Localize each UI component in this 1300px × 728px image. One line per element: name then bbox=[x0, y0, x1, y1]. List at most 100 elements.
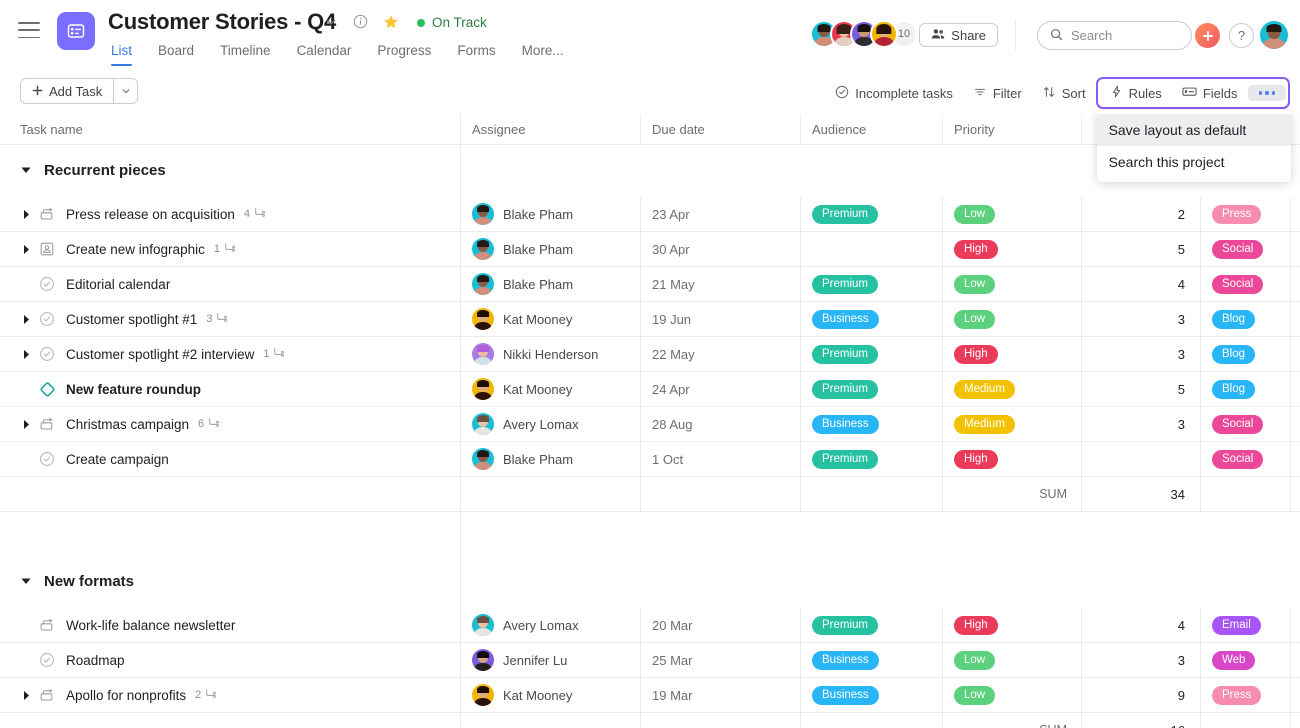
check-circle-icon[interactable] bbox=[38, 346, 56, 362]
expand-subtasks-icon[interactable] bbox=[20, 690, 32, 701]
assignee-cell[interactable]: Avery Lomax bbox=[460, 608, 640, 642]
menu-item-save-layout[interactable]: Save layout as default bbox=[1097, 114, 1291, 146]
chevron-down-icon[interactable] bbox=[325, 15, 337, 33]
assignee-name: Kat Mooney bbox=[503, 688, 572, 703]
rules-button[interactable]: Rules bbox=[1100, 80, 1172, 106]
tab-forms[interactable]: Forms bbox=[444, 40, 508, 68]
due-date-cell[interactable]: 25 Mar bbox=[640, 643, 800, 677]
task-list-grid: Task nameAssigneeDue dateAudiencePriorit… bbox=[0, 114, 1300, 728]
subtask-icon[interactable] bbox=[38, 207, 56, 222]
tag-pill[interactable]: High bbox=[954, 616, 998, 635]
task-name-cell[interactable]: Customer spotlight #13 bbox=[0, 302, 460, 336]
subtask-icon[interactable] bbox=[38, 417, 56, 432]
tag-pill[interactable]: Low bbox=[954, 651, 995, 670]
audience-cell[interactable]: Business bbox=[800, 678, 942, 712]
incomplete-tasks-filter[interactable]: Incomplete tasks bbox=[825, 80, 963, 107]
avatar[interactable] bbox=[870, 20, 898, 48]
approval-icon[interactable] bbox=[38, 241, 56, 257]
task-name-cell[interactable]: Christmas campaign6 bbox=[0, 407, 460, 441]
share-button[interactable]: Share bbox=[919, 23, 998, 47]
sum-label: SUM bbox=[1039, 723, 1067, 728]
task-name-cell[interactable]: Roadmap bbox=[0, 643, 460, 677]
fields-button[interactable]: Fields bbox=[1172, 80, 1248, 106]
tag-pill[interactable]: Business bbox=[812, 651, 879, 670]
tab-timeline[interactable]: Timeline bbox=[207, 40, 284, 68]
milestone-icon[interactable] bbox=[38, 381, 56, 398]
tag-cell[interactable]: Web bbox=[1200, 643, 1290, 677]
star-icon[interactable] bbox=[383, 14, 399, 35]
add-task-dropdown-toggle[interactable] bbox=[113, 79, 137, 103]
filter-button[interactable]: Filter bbox=[963, 80, 1032, 107]
due-date-cell[interactable]: 20 Mar bbox=[640, 608, 800, 642]
section-title: Recurrent pieces bbox=[44, 162, 166, 179]
info-icon[interactable] bbox=[353, 14, 368, 34]
tag-pill[interactable]: Email bbox=[1212, 616, 1261, 635]
expand-subtasks-icon[interactable] bbox=[20, 244, 32, 255]
column-header-task-name[interactable]: Task name bbox=[0, 114, 460, 144]
search-input[interactable]: Search bbox=[1037, 21, 1192, 50]
number-cell[interactable]: 3 bbox=[1081, 643, 1200, 677]
ellipsis-icon[interactable] bbox=[1248, 85, 1287, 101]
tag-pill[interactable]: Web bbox=[1212, 651, 1255, 670]
tab-list[interactable]: List bbox=[108, 40, 145, 68]
create-button[interactable] bbox=[1195, 23, 1220, 48]
list-toolbar: Add Task Incomplete tasks Filter bbox=[0, 70, 1300, 114]
number-cell[interactable]: 4 bbox=[1081, 608, 1200, 642]
task-name-cell[interactable]: Editorial calendar bbox=[0, 267, 460, 301]
assignee-cell[interactable]: Kat Mooney bbox=[460, 678, 640, 712]
number-cell[interactable]: 9 bbox=[1081, 678, 1200, 712]
audience-cell[interactable]: Premium bbox=[800, 608, 942, 642]
table-row[interactable]: Work-life balance newsletterAvery Lomax2… bbox=[0, 608, 1300, 643]
due-date-cell[interactable]: 19 Mar bbox=[640, 678, 800, 712]
status-badge[interactable]: On Track bbox=[417, 15, 487, 30]
menu-item-search-project[interactable]: Search this project bbox=[1097, 146, 1291, 178]
audience-cell[interactable]: Business bbox=[800, 643, 942, 677]
priority-cell[interactable]: Low bbox=[942, 678, 1081, 712]
tab-board[interactable]: Board bbox=[145, 40, 207, 68]
table-row[interactable]: Apollo for nonprofits2 Kat Mooney 19 Mar B… bbox=[0, 678, 1300, 713]
caret-down-icon[interactable] bbox=[20, 162, 32, 180]
tag-pill[interactable]: Business bbox=[812, 686, 879, 705]
expand-subtasks-icon[interactable] bbox=[20, 349, 32, 360]
tag-pill[interactable]: Premium bbox=[812, 616, 878, 635]
task-name-cell[interactable]: Apollo for nonprofits2 bbox=[0, 678, 460, 712]
sort-button[interactable]: Sort bbox=[1032, 80, 1096, 107]
priority-cell[interactable]: Low bbox=[942, 643, 1081, 677]
user-avatar[interactable] bbox=[1260, 21, 1288, 49]
task-name-cell[interactable]: New feature roundup bbox=[0, 372, 460, 406]
hamburger-icon[interactable] bbox=[18, 22, 40, 38]
subtask-count: 4 bbox=[244, 207, 266, 221]
tag-cell[interactable]: Press bbox=[1200, 678, 1290, 712]
task-name-cell[interactable]: Work-life balance newsletter bbox=[0, 608, 460, 642]
number-value: 3 bbox=[1178, 653, 1185, 668]
check-circle-icon[interactable] bbox=[38, 276, 56, 292]
assignee-cell[interactable]: Jennifer Lu bbox=[460, 643, 640, 677]
subtask-icon[interactable] bbox=[38, 618, 56, 633]
task-name-cell[interactable]: Create new infographic1 bbox=[0, 232, 460, 266]
task-name-cell[interactable]: Press release on acquisition4 bbox=[0, 197, 460, 231]
tab-more[interactable]: More... bbox=[509, 40, 577, 68]
tag-cell[interactable]: Email bbox=[1200, 608, 1290, 642]
help-button[interactable]: ? bbox=[1229, 23, 1254, 48]
tab-calendar[interactable]: Calendar bbox=[284, 40, 365, 68]
task-name-cell[interactable]: Customer spotlight #2 interview1 bbox=[0, 337, 460, 371]
row-end-cell bbox=[1290, 643, 1300, 677]
task-name-cell[interactable]: Create campaign bbox=[0, 442, 460, 476]
tab-progress[interactable]: Progress bbox=[364, 40, 444, 68]
check-circle-icon[interactable] bbox=[38, 652, 56, 668]
check-circle-icon[interactable] bbox=[38, 451, 56, 467]
table-row[interactable]: RoadmapJennifer Lu 25 Mar Business Low 3 Web bbox=[0, 643, 1300, 678]
priority-cell[interactable]: High bbox=[942, 608, 1081, 642]
section-header[interactable]: New formats bbox=[0, 556, 1300, 608]
tag-pill[interactable]: Low bbox=[954, 686, 995, 705]
expand-subtasks-icon[interactable] bbox=[20, 314, 32, 325]
subtask-icon[interactable] bbox=[38, 688, 56, 703]
add-task-button[interactable]: Add Task bbox=[21, 79, 113, 103]
expand-subtasks-icon[interactable] bbox=[20, 419, 32, 430]
check-circle-icon[interactable] bbox=[38, 311, 56, 327]
due-date: 25 Mar bbox=[652, 653, 692, 668]
expand-subtasks-icon[interactable] bbox=[20, 209, 32, 220]
tag-pill[interactable]: Press bbox=[1212, 686, 1261, 705]
caret-down-icon[interactable] bbox=[20, 573, 32, 591]
member-avatars[interactable]: 10 bbox=[810, 20, 918, 48]
